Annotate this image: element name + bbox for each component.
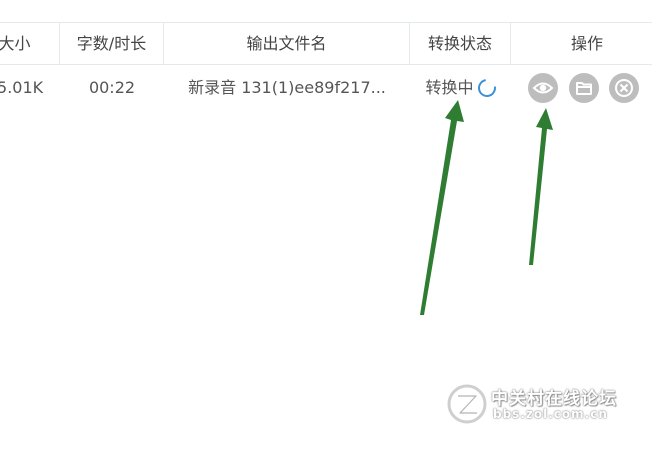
open-folder-button[interactable] xyxy=(569,73,599,103)
cell-size: 25.01K xyxy=(0,78,44,97)
status-indicator: 转换中 xyxy=(425,65,500,111)
cancel-button[interactable] xyxy=(609,73,639,103)
eye-icon xyxy=(532,82,554,94)
table-row[interactable]: 25.01K 00:22 新录音 131(1)ee89f217... 转换中 xyxy=(0,65,652,111)
view-button[interactable] xyxy=(528,73,558,103)
watermark: 中关村在线论坛 bbs.zol.com.cn xyxy=(445,380,645,430)
column-header-size[interactable]: 大小 xyxy=(0,23,60,64)
watermark-subtitle: bbs.zol.com.cn xyxy=(493,407,608,421)
cancel-icon xyxy=(615,79,633,97)
status-text: 转换中 xyxy=(425,78,474,97)
watermark-title: 中关村在线论坛 xyxy=(491,389,617,409)
arrow-status xyxy=(420,100,464,315)
page: 大小 字数/时长 输出文件名 转换状态 操作 25.01K 00:22 新录音 … xyxy=(0,0,652,452)
column-header-output-name[interactable]: 输出文件名 xyxy=(164,23,410,64)
column-header-count[interactable]: 字数/时长 xyxy=(60,23,164,64)
cell-output-name: 新录音 131(1)ee89f217... xyxy=(188,78,386,97)
column-header-status[interactable]: 转换状态 xyxy=(410,23,511,64)
zol-logo-icon xyxy=(447,384,487,424)
cell-status: 转换中 xyxy=(410,65,511,111)
arrow-view xyxy=(529,108,553,265)
column-header-operations: 操作 xyxy=(570,34,603,53)
spinner-icon xyxy=(473,75,500,101)
cell-operations xyxy=(511,65,652,111)
folder-icon xyxy=(576,82,592,95)
table-header: 大小 字数/时长 输出文件名 转换状态 操作 xyxy=(0,22,652,65)
cell-count: 00:22 xyxy=(88,78,136,97)
